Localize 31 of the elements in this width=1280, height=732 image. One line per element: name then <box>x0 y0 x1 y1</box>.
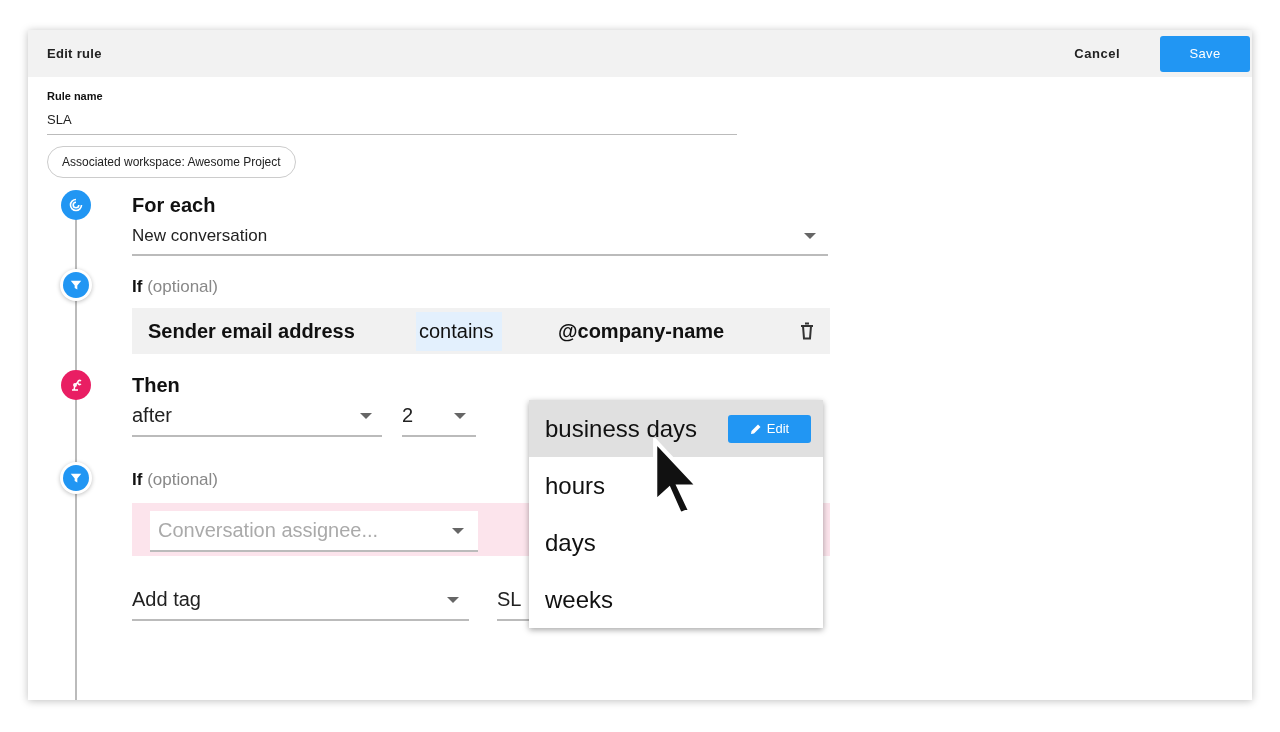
step-title: If (optional) <box>132 276 218 298</box>
cancel-button[interactable]: Cancel <box>1060 38 1134 69</box>
robot-arm-icon <box>61 370 91 400</box>
trigger-select[interactable]: New conversation <box>132 220 828 256</box>
field-label: Rule name <box>47 90 104 102</box>
pencil-icon <box>749 422 762 435</box>
caret-icon <box>447 596 459 603</box>
delay-select[interactable]: after <box>132 400 382 437</box>
filter-icon <box>63 465 89 491</box>
caret-icon <box>454 412 466 419</box>
action-select[interactable]: Add tag <box>132 584 469 621</box>
condition-operator[interactable]: contains <box>416 311 502 351</box>
menu-item[interactable]: hours <box>529 457 823 514</box>
step-title: Then <box>132 373 180 398</box>
step-title: If (optional) <box>132 469 218 491</box>
condition-field: Sender email address <box>148 319 416 343</box>
filter-icon <box>63 272 89 298</box>
menu-item[interactable]: weeks <box>529 571 823 628</box>
caret-icon <box>804 233 816 239</box>
condition-value: @company-name <box>558 319 726 343</box>
amount-select[interactable]: 2 <box>402 400 476 437</box>
target-icon <box>61 190 91 220</box>
tag-field[interactable]: SL <box>497 584 526 621</box>
rule-name-field[interactable]: SLA <box>47 112 737 135</box>
step-title: For each <box>132 193 216 218</box>
dialog-title: Edit rule <box>47 46 103 61</box>
caret-icon <box>452 527 464 534</box>
menu-item[interactable]: days <box>529 514 823 571</box>
menu-item[interactable]: business days Edit <box>529 400 823 457</box>
delete-icon[interactable] <box>800 322 814 340</box>
caret-icon <box>360 412 372 419</box>
